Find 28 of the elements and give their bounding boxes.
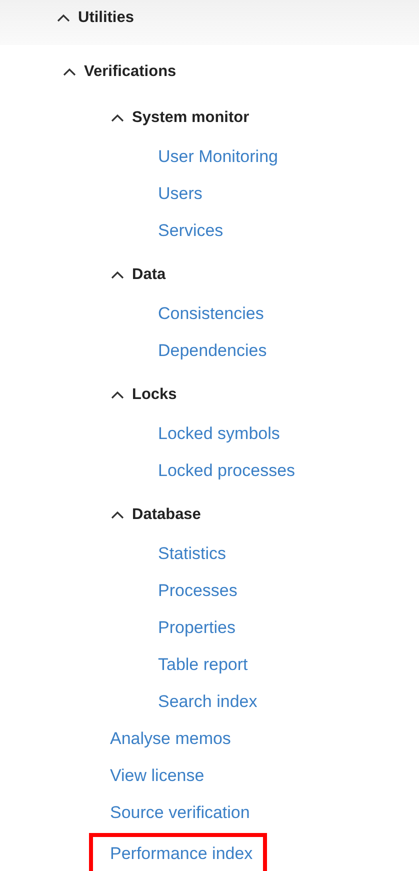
tree-link[interactable]: Analyse memos (110, 726, 231, 752)
tree-link[interactable]: Processes (158, 578, 238, 604)
tree-link[interactable]: Search index (158, 688, 258, 714)
tree-link[interactable]: View license (110, 762, 204, 788)
tree-group-toggle[interactable]: Database (111, 503, 201, 527)
tree-link[interactable]: Services (158, 218, 224, 244)
tree-link[interactable]: Properties (158, 614, 236, 640)
tree-link[interactable]: User Monitoring (158, 144, 278, 170)
tree-link[interactable]: Users (158, 180, 202, 206)
chevron-up-icon (111, 391, 124, 399)
tree-link[interactable]: Locked symbols (158, 420, 280, 446)
chevron-up-icon (111, 271, 124, 279)
tree-link[interactable]: Consistencies (158, 300, 264, 326)
tree-link[interactable]: Source verification (110, 800, 250, 826)
chevron-up-icon (57, 14, 70, 22)
chevron-up-icon (111, 114, 124, 122)
tree-link[interactable]: Table report (158, 652, 248, 678)
tree-group-toggle[interactable]: System monitor (111, 106, 250, 130)
tree-link[interactable]: Locked processes (158, 458, 296, 484)
tree-group-toggle[interactable]: Locks (111, 383, 177, 407)
chevron-up-icon (111, 511, 124, 519)
tree-group-toggle[interactable]: Utilities (57, 6, 134, 30)
tree-link[interactable]: Performance index (89, 833, 267, 871)
tree-link[interactable]: Dependencies (158, 338, 267, 364)
tree-link[interactable]: Statistics (158, 540, 226, 566)
chevron-up-icon (63, 68, 76, 76)
tree-group-toggle[interactable]: Data (111, 263, 166, 287)
tree-group-toggle[interactable]: Verifications (63, 60, 176, 84)
